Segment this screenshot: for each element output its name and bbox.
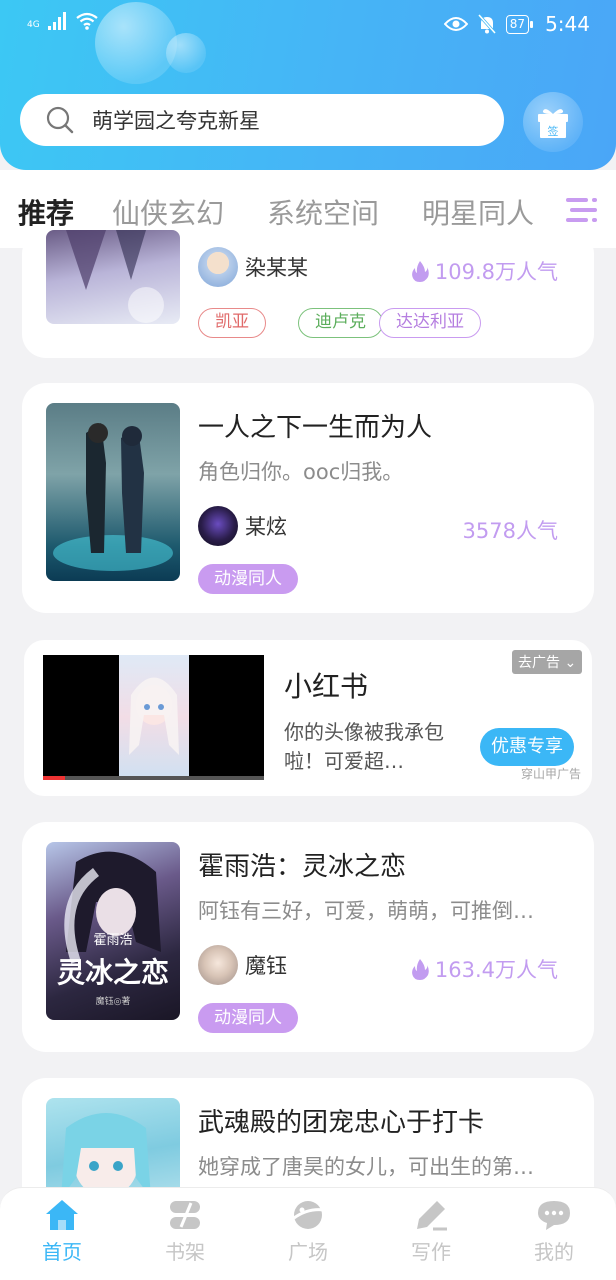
tab-system-space[interactable]: 系统空间 [267,192,379,232]
bottom-navigation: 首页 书架 广场 写作 我的 [0,1187,616,1280]
story-title[interactable]: 一人之下一生而为人 [198,407,432,444]
author-avatar [198,506,238,546]
story-cover [46,230,180,324]
nav-home[interactable]: 首页 [22,1198,102,1265]
story-description: 阿钰有三好，可爱，萌萌，可推倒… [198,899,534,923]
home-icon [46,1200,78,1230]
tab-celebrity-fanfic[interactable]: 明星同人 [422,192,534,232]
search-placeholder: 萌学园之夸克新星 [92,109,260,133]
ad-source: 穿山甲广告 [521,767,582,781]
story-title[interactable]: 霍雨浩：灵冰之恋 [198,846,406,883]
nav-write-label: 写作 [411,1240,451,1264]
author-name: 染某某 [245,256,308,280]
author-avatar [198,247,238,287]
author-avatar [198,945,238,985]
ad-video-progress [43,776,264,780]
story-cover [46,403,180,581]
ad-video[interactable] [43,655,264,780]
author-name: 某炫 [245,515,287,539]
gift-icon: 签 [538,109,568,138]
ad-title: 小红书 [284,670,369,703]
cover-title: 灵冰之恋 [57,956,169,989]
ad-banner[interactable]: 小红书 你的头像被我承包啦！可爱超… 去广告 ⌄ 优惠专享 穿山甲广告 [24,640,592,796]
popularity-count: 163.4万人气 [434,958,558,982]
checkin-label: 签 [548,124,559,138]
popularity: 109.8万人气 [411,256,558,286]
search-bar[interactable]: 萌学园之夸克新星 [20,94,504,146]
nav-home-label: 首页 [42,1240,82,1264]
ad-cta-button[interactable]: 优惠专享 [480,728,574,766]
tag-kaeya[interactable]: 凯亚 [198,308,266,338]
popularity: 3578人气 [463,515,558,545]
story-description: 她穿成了唐昊的女儿，可出生的第… [198,1155,534,1179]
planet-icon [293,1201,325,1229]
nav-bookshelf[interactable]: 书架 [145,1198,225,1265]
nav-write[interactable]: 写作 [391,1198,471,1265]
author-name: 魔钰 [245,954,287,978]
tag-diluc[interactable]: 迪卢克 [298,308,383,338]
tab-xianxia[interactable]: 仙侠玄幻 [112,192,224,232]
daily-checkin-button[interactable]: 签 [523,92,583,152]
search-icon [46,106,74,134]
network-label: 4G [27,20,40,30]
story-card[interactable]: 一人之下一生而为人 角色归你。ooc归我。 某炫 3578人气 动漫同人 [22,383,594,613]
category-menu-icon[interactable] [566,196,598,224]
popularity-count: 109.8万人气 [434,260,558,284]
nav-plaza-label: 广场 [288,1240,328,1264]
cover-subtitle: 霍雨浩 [93,933,132,948]
app-header: 4G 87 5:44 萌学园之夸克新星 签 [0,0,616,170]
story-description: 角色归你。ooc归我。 [198,460,404,484]
status-bar: 4G 87 5:44 [0,0,616,48]
pen-icon [417,1201,447,1231]
remove-ad-label: 去广告 [518,655,560,671]
ad-description: 你的头像被我承包啦！可爱超… [284,720,444,773]
popularity-count: 3578人气 [462,519,558,543]
mute-bell-icon [477,14,496,34]
nav-plaza[interactable]: 广场 [268,1198,348,1265]
tab-recommended[interactable]: 推荐 [18,192,74,232]
story-cover: 霍雨浩 灵冰之恋 魔钰◎著 [46,842,180,1020]
popularity: 163.4万人气 [411,954,558,984]
story-card[interactable]: 染某某 109.8万人气 凯亚 迪卢克 达达利亚 [22,230,594,358]
nav-profile-label: 我的 [534,1240,574,1264]
genre-tag[interactable]: 动漫同人 [198,1003,298,1033]
bookshelf-icon [170,1201,200,1229]
nav-profile[interactable]: 我的 [514,1198,594,1265]
author-row[interactable]: 魔钰 [198,945,287,985]
remove-ad-button[interactable]: 去广告 ⌄ [512,650,583,674]
author-row[interactable]: 某炫 [198,506,287,546]
genre-tag[interactable]: 动漫同人 [198,564,298,594]
cover-author: 魔钰◎著 [96,995,131,1007]
story-card[interactable]: 霍雨浩 灵冰之恋 魔钰◎著 霍雨浩：灵冰之恋 阿钰有三好，可爱，萌萌，可推倒… … [22,822,594,1052]
story-title[interactable]: 武魂殿的团宠忠心于打卡 [198,1102,484,1139]
signal-icon [47,12,66,30]
battery-indicator: 87 [505,14,534,34]
flame-icon [411,959,429,980]
nav-bookshelf-label: 书架 [165,1240,205,1264]
wifi-icon [76,12,98,30]
clock: 5:44 [545,12,590,36]
author-row[interactable]: 染某某 [198,247,308,287]
eye-icon [443,17,468,31]
tag-tartaglia[interactable]: 达达利亚 [379,308,481,338]
ad-video-frame [119,655,189,780]
flame-icon [411,261,429,282]
chat-bubble-icon [538,1201,570,1230]
